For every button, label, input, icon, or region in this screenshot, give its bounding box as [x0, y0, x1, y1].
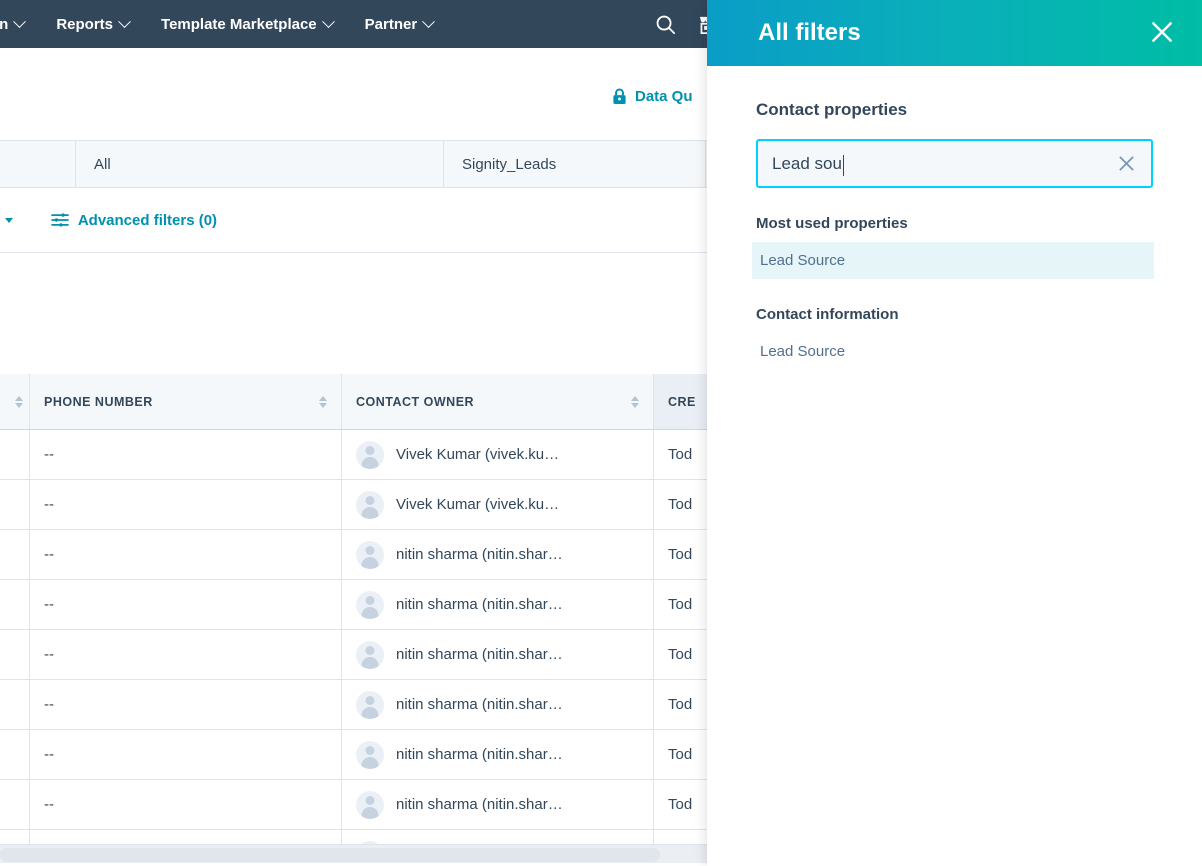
chevron-down-icon — [321, 14, 335, 28]
cell-contact-owner: nitin sharma (nitin.shar… — [342, 680, 654, 729]
cell-contact-owner: nitin sharma (nitin.shar… — [342, 530, 654, 579]
avatar — [356, 740, 384, 769]
avatar — [356, 440, 384, 469]
advanced-filters-label: Advanced filters (0) — [77, 211, 218, 229]
column-header-label: CONTACT OWNER — [356, 394, 475, 409]
row-partial-cell — [0, 780, 30, 829]
lock-icon — [613, 88, 626, 104]
chevron-down-icon — [13, 14, 27, 28]
contact-owner-name: nitin sharma (nitin.shar… — [396, 746, 563, 763]
cell-phone-number: -- — [30, 680, 342, 729]
close-icon[interactable] — [1142, 12, 1182, 52]
scrollbar-thumb[interactable] — [0, 848, 660, 862]
chevron-down-icon — [4, 217, 13, 223]
row-partial-cell — [0, 530, 30, 579]
result-group-heading: Most used properties — [756, 215, 908, 232]
avatar — [356, 690, 384, 719]
contact-owner-name: nitin sharma (nitin.shar… — [396, 646, 563, 663]
cell-contact-owner: Vivek Kumar (vivek.ku… — [342, 430, 654, 479]
property-search-field[interactable]: Lead sou — [756, 139, 1153, 188]
sliders-icon — [50, 213, 69, 227]
cell-phone-number: -- — [30, 730, 342, 779]
chevron-down-icon — [118, 14, 131, 28]
avatar — [356, 790, 384, 819]
contact-owner-name: nitin sharma (nitin.shar… — [396, 796, 563, 813]
avatar — [356, 490, 384, 519]
nav-item-label: Template Marketplace — [161, 15, 317, 33]
chevron-down-icon — [422, 14, 436, 28]
cell-contact-owner: nitin sharma (nitin.shar… — [342, 780, 654, 829]
search-input[interactable]: Lead sou — [772, 154, 842, 174]
nav-item-label: Reports — [56, 15, 114, 33]
column-header-phone-number[interactable]: PHONE NUMBER — [30, 374, 342, 429]
cell-phone-number: -- — [30, 480, 342, 529]
cell-phone-number: -- — [30, 580, 342, 629]
cell-contact-owner: nitin sharma (nitin.shar… — [342, 730, 654, 779]
column-header-partial[interactable] — [0, 374, 30, 429]
property-results: Most used properties Lead Source Contact i… — [752, 215, 1154, 370]
cell-contact-owner: nitin sharma (nitin.shar… — [342, 630, 654, 679]
result-group-heading: Contact information — [756, 306, 899, 323]
nav-item-label: on — [0, 15, 9, 33]
clear-x-icon[interactable] — [1113, 151, 1139, 177]
data-quality-link[interactable]: Data Qu — [612, 88, 693, 105]
property-option-lead-source[interactable]: Lead Source — [756, 333, 1153, 370]
data-quality-label: Data Qu — [635, 88, 693, 105]
nav-item-label: Partner — [364, 15, 418, 33]
column-header-contact-owner[interactable]: CONTACT OWNER — [342, 374, 654, 429]
row-partial-cell — [0, 730, 30, 779]
sort-icon — [319, 395, 327, 408]
search-icon[interactable] — [652, 11, 678, 37]
row-partial-cell — [0, 630, 30, 679]
advanced-filters-button[interactable]: Advanced filters (0) — [50, 211, 218, 229]
column-header-label: PHONE NUMBER — [44, 394, 153, 409]
row-partial-cell — [0, 680, 30, 729]
tab-label: All — [94, 155, 111, 173]
contact-properties-heading: Contact properties — [756, 100, 908, 119]
tab-label: Signity_Leads — [462, 155, 557, 173]
contact-owner-name: Vivek Kumar (vivek.ku… — [396, 496, 560, 513]
nav-item-reports[interactable]: Reports — [40, 0, 145, 48]
nav-item-template-marketplace[interactable]: Template Marketplace — [145, 0, 349, 48]
nav-item-partner[interactable]: Partner — [349, 0, 450, 48]
panel-header: All filters — [707, 0, 1202, 66]
row-partial-cell — [0, 830, 30, 844]
cell-contact-owner — [342, 830, 654, 844]
avatar — [356, 590, 384, 619]
nav-menu: on Reports Template Marketplace Partner — [0, 0, 449, 48]
contact-owner-name: nitin sharma (nitin.shar… — [396, 596, 563, 613]
property-option-lead-source[interactable]: Lead Source — [752, 242, 1154, 279]
contact-owner-name: nitin sharma (nitin.shar… — [396, 696, 563, 713]
cell-contact-owner: Vivek Kumar (vivek.ku… — [342, 480, 654, 529]
app-root: on Reports Template Marketplace Partner — [0, 0, 1202, 866]
avatar — [356, 540, 384, 569]
cell-phone-number — [30, 830, 342, 844]
contact-owner-name: Vivek Kumar (vivek.ku… — [396, 446, 560, 463]
status-filter-dropdown[interactable]: tatus — [0, 212, 13, 229]
cell-phone-number: -- — [30, 430, 342, 479]
nav-item-automation[interactable]: on — [0, 0, 40, 48]
tab-partial-left[interactable] — [0, 141, 76, 187]
text-cursor — [842, 155, 844, 176]
panel-body: Contact properties Lead sou Most used pr… — [707, 100, 1202, 370]
column-header-label: CRE — [668, 394, 696, 409]
avatar — [356, 640, 384, 669]
cell-phone-number: -- — [30, 530, 342, 579]
row-partial-cell — [0, 430, 30, 479]
contact-owner-name: nitin sharma (nitin.shar… — [396, 546, 563, 563]
tab-all[interactable]: All — [76, 141, 444, 187]
sort-icon — [631, 395, 639, 408]
all-filters-panel: All filters Contact properties Lead sou … — [707, 0, 1202, 866]
cell-phone-number: -- — [30, 630, 342, 679]
panel-title: All filters — [758, 19, 861, 46]
row-partial-cell — [0, 580, 30, 629]
tab-signity-leads[interactable]: Signity_Leads — [444, 141, 706, 187]
sort-icon — [15, 395, 23, 408]
row-partial-cell — [0, 480, 30, 529]
cell-phone-number: -- — [30, 780, 342, 829]
cell-contact-owner: nitin sharma (nitin.shar… — [342, 580, 654, 629]
